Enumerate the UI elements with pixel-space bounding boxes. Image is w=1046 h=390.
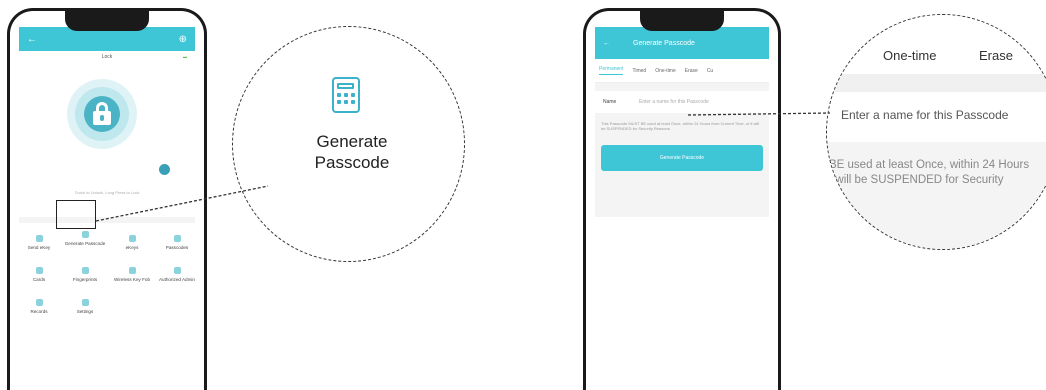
name-input[interactable]: Enter a name for this Passcode [639,99,709,105]
grid-item-authorized-admin[interactable]: Authorized Admin [155,267,195,282]
zoom-callout-generate: Generate Passcode [232,26,465,262]
battery-icon: ▬ [183,54,187,59]
zoom-label: Generate Passcode [314,132,390,172]
zoom-callout-name: One-time Erase Enter a name for this Pas… [826,14,1046,250]
name-label: Name [603,99,617,105]
calculator-icon [81,231,89,238]
passcode-tabs: Permanent Timed One-time Erase Cu [595,59,769,83]
grid-item-ekeys[interactable]: eKeys [110,235,154,250]
app-bar: ← Generate Passcode [595,27,769,59]
phone-notch [65,11,149,31]
name-input[interactable]: Enter a name for this Passcode [841,108,1008,122]
page-title: Generate Passcode [633,39,695,47]
admin-icon [173,267,181,274]
tab-custom[interactable]: Cu [707,68,713,74]
passcode-note: This Passcode MUST BE used at least Once… [601,121,760,131]
unlock-button[interactable] [67,79,137,149]
lock-screen: ← ⊕ Lock ▬ Touch to Unlock, Long Press t… [19,27,195,390]
clock-icon [35,299,43,306]
status-badge[interactable] [159,164,170,175]
generate-passcode-screen: ← Generate Passcode Permanent Timed One-… [595,27,769,390]
tab-one-time[interactable]: One-time [883,48,936,63]
grid-item-fingerprints[interactable]: Fingerprints [63,267,107,282]
name-row: Name Enter a name for this Passcode [595,91,769,113]
feature-grid: Send eKey Generate Passcode eKeys Passco… [19,223,195,390]
right-phone-frame: ← Generate Passcode Permanent Timed One-… [583,8,781,390]
arrow-left-icon[interactable]: ← [27,34,37,45]
calculator-icon [332,77,360,113]
gear-icon [81,299,89,306]
plus-circle-icon[interactable]: ⊕ [179,34,187,45]
tab-erase[interactable]: Erase [685,68,698,74]
grid-item-settings[interactable]: Settings [63,299,107,314]
list-icon [173,235,181,242]
tab-one-time[interactable]: One-time [655,68,676,74]
arrow-left-icon[interactable]: ← [603,40,633,47]
left-phone-frame: ← ⊕ Lock ▬ Touch to Unlock, Long Press t… [7,8,207,390]
tab-permanent[interactable]: Permanent [599,66,624,75]
grid-item-generate-passcode[interactable]: Generate Passcode [63,231,107,246]
tab-timed[interactable]: Timed [632,68,646,74]
padlock-icon [84,96,120,132]
grid-item-passcodes[interactable]: Passcodes [155,235,195,250]
highlight-box [56,200,96,229]
tab-erase[interactable]: Erase [979,48,1013,63]
grid-item-cards[interactable]: Cards [19,267,61,282]
card-icon [35,267,43,274]
lock-title: Lock [101,54,113,60]
grid-item-send-ekey[interactable]: Send eKey [19,235,61,250]
fob-icon [128,267,136,274]
grid-item-wireless-key-fob[interactable]: Wireless Key Fob [110,267,154,282]
phone-notch [640,11,724,31]
key-icon [35,235,43,242]
generate-passcode-button[interactable]: Generate Passcode [601,145,763,171]
grid-item-records[interactable]: Records [19,299,61,314]
keys-icon [128,235,136,242]
unlock-hint: Touch to Unlock, Long Press to Lock [74,190,140,195]
fingerprint-icon [81,267,89,274]
passcode-note: BE used at least Once, within 24 Hours t… [829,159,1030,186]
